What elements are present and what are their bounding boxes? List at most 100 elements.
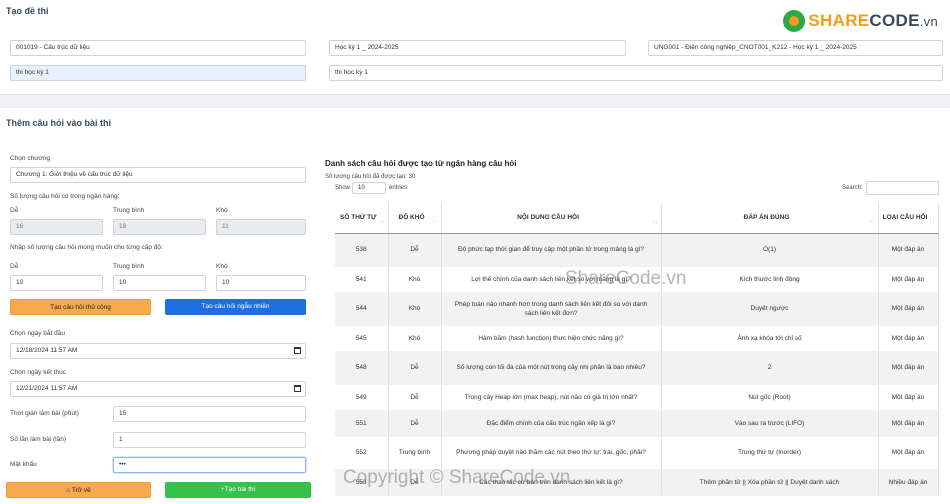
table-cell: Nhiều đáp án xyxy=(878,469,939,496)
table-cell: 552 xyxy=(335,436,389,470)
end-date-label: Chọn ngày kết thúc xyxy=(10,369,67,376)
table-cell: 545 xyxy=(335,325,389,352)
table-cell: Độ phức tạp thời gian để truy cập một ph… xyxy=(441,233,662,267)
table-cell: Trung thứ tự (Inorder) xyxy=(661,436,879,470)
sort-icon[interactable]: ↑↓ xyxy=(870,219,875,225)
entries-select[interactable]: 10 xyxy=(352,182,386,194)
table-cell: 541 xyxy=(335,266,389,293)
table-cell: Một đáp án xyxy=(878,351,939,385)
table-cell: 549 xyxy=(335,384,389,411)
table-cell: 551 xyxy=(335,410,389,437)
column-header[interactable]: LOẠI CÂU HỎI ↑↓ xyxy=(878,203,939,234)
table-cell: Hàm băm (hash function) thực hiện chức n… xyxy=(441,325,662,352)
table-cell: Vào sau ra trước (LIFO) xyxy=(661,410,879,437)
calendar-icon[interactable] xyxy=(294,385,301,392)
show-label: Show xyxy=(335,185,351,191)
table-cell: Ánh xạ khóa tới chỉ số xyxy=(661,325,879,352)
table-cell: Kích thước linh động xyxy=(661,266,879,293)
table-cell: Một đáp án xyxy=(878,266,939,293)
question-count-text: Số lượng câu hỏi đã được tạo: 30 xyxy=(325,174,416,180)
table-row[interactable]: 548 Dễ Số lượng con tối đa của một nút tro… xyxy=(335,351,939,385)
manual-questions-button[interactable]: Tạo câu hỏi thủ công xyxy=(10,299,151,315)
table-cell: Trong cây Heap lớn (max heap), nút nào c… xyxy=(441,384,662,411)
table-cell: 544 xyxy=(335,292,389,326)
exam-name-left-field[interactable]: thi học kỳ 1 xyxy=(10,65,306,81)
table-cell: Duyệt ngược xyxy=(661,292,879,326)
back-button[interactable]: ⌂ Trở về xyxy=(6,482,151,498)
column-header[interactable]: ĐỘ KHÓ ↑↓ xyxy=(388,203,442,234)
watermark-bottom: Copyright © ShareCode.vn xyxy=(343,467,571,488)
table-row[interactable]: 544 Khó Phép toán nào nhanh hơn trong danh… xyxy=(335,292,939,326)
list-title: Danh sách câu hỏi được tạo từ ngân hàng … xyxy=(325,159,517,168)
table-cell: Đặc điểm chính của cấu trúc ngăn xếp là … xyxy=(441,410,662,437)
want-hard-input[interactable]: 10 xyxy=(216,275,306,291)
table-cell: Số lượng con tối đa của một nút trong câ… xyxy=(441,351,662,385)
table-row[interactable]: 552 Trung bình Phương pháp duyệt nào thăm … xyxy=(335,436,939,470)
bank-count-label: Số lượng câu hỏi có trong ngân hàng: xyxy=(10,193,120,200)
table-cell: O(1) xyxy=(661,233,879,267)
bank-easy-field: 16 xyxy=(10,219,103,235)
table-cell: Dễ xyxy=(388,233,442,267)
sort-icon[interactable]: ↑↓ xyxy=(433,219,438,225)
table-row[interactable]: 545 Khó Hàm băm (hash function) thực hiện … xyxy=(335,325,939,352)
create-exam-button[interactable]: +Tạo bài thi xyxy=(165,482,311,498)
table-cell: 2 xyxy=(661,351,879,385)
random-questions-button[interactable]: Tạo câu hỏi ngẫu nhiên xyxy=(165,299,306,315)
chapter-label: Chọn chương xyxy=(10,155,51,162)
table-cell: Phép toán nào nhanh hơn trong danh sách … xyxy=(441,292,662,326)
watermark-center: ShareCode.vn xyxy=(565,268,687,289)
table-cell: 538 xyxy=(335,233,389,267)
chapter-select[interactable]: Chương 1: Giới thiệu về cấu trúc dữ liệu xyxy=(10,167,306,183)
table-cell: Khó xyxy=(388,325,442,352)
want-hard-label: Khó xyxy=(216,263,228,270)
bank-easy-label: Dễ xyxy=(10,207,19,214)
table-cell: Một đáp án xyxy=(878,233,939,267)
table-row[interactable]: 551 Dễ Đặc điểm chính của cấu trúc ngăn xế… xyxy=(335,410,939,437)
bank-hard-label: Khó xyxy=(216,207,228,214)
attempts-label: Số lần làm bài (lần) xyxy=(10,436,66,443)
start-date-input[interactable]: 12/18/2024 11:57 AM xyxy=(10,343,306,359)
column-header[interactable]: SỐ THỨ TỰ ↑↓ xyxy=(335,203,389,234)
start-date-label: Chọn ngày bắt đầu xyxy=(10,330,65,337)
table-cell: Nút gốc (Root) xyxy=(661,384,879,411)
want-count-label: Nhập số lượng câu hỏi mong muốn cho từng… xyxy=(10,244,163,251)
section-title: Thêm câu hỏi vào bài thi xyxy=(6,118,112,128)
sharecode-logo: SHARECODE.vn xyxy=(783,10,938,32)
search-input[interactable] xyxy=(866,181,939,195)
password-input[interactable]: ••• xyxy=(113,457,306,473)
sort-icon[interactable]: ↑↓ xyxy=(380,219,385,225)
want-medium-label: Trung bình xyxy=(113,263,145,270)
password-label: Mật khẩu xyxy=(10,461,37,468)
table-cell: Một đáp án xyxy=(878,325,939,352)
exam-name-right-field[interactable]: thi học kỳ 1 xyxy=(329,65,943,81)
semester-field[interactable]: Học kỳ 1 _ 2024-2025 xyxy=(329,40,626,56)
end-date-input[interactable]: 12/21/2024 11:57 AM xyxy=(10,381,306,397)
sort-icon[interactable]: ↑↓ xyxy=(653,219,658,225)
table-row[interactable]: 538 Dễ Độ phức tạp thời gian để truy cập m… xyxy=(335,233,939,267)
class-field[interactable]: UNG001 - Điện công nghiệp_CNOT001_K212 -… xyxy=(648,40,943,56)
table-cell: Dễ xyxy=(388,351,442,385)
table-cell: Phương pháp duyệt nào thăm các nút theo … xyxy=(441,436,662,470)
column-header[interactable]: ĐÁP ÁN ĐÚNG ↑↓ xyxy=(661,203,879,234)
attempts-input[interactable]: 1 xyxy=(113,432,306,448)
calendar-icon[interactable] xyxy=(294,347,301,354)
duration-input[interactable]: 15 xyxy=(113,406,306,422)
table-row[interactable]: 549 Dễ Trong cây Heap lớn (max heap), nút … xyxy=(335,384,939,411)
sort-icon[interactable]: ↑↓ xyxy=(930,219,935,225)
exam-info-card: Tạo đề thi SHARECODE.vn 001019 - Cấu trú… xyxy=(0,0,950,95)
table-cell: Một đáp án xyxy=(878,384,939,411)
search-label: Search: xyxy=(842,185,863,191)
column-header[interactable]: NỘI DUNG CÂU HỎI ↑↓ xyxy=(441,203,662,234)
logo-mark-icon xyxy=(783,10,806,32)
questions-table: SỐ THỨ TỰ ↑↓ ĐỘ KHÓ ↑↓ NỘI DUNG CÂU HỎI ↑↓ … xyxy=(335,203,939,496)
subject-field[interactable]: 001019 - Cấu trúc dữ liệu xyxy=(10,40,306,56)
page-title: Tạo đề thi xyxy=(6,6,49,16)
table-cell: Trung bình xyxy=(388,436,442,470)
bank-medium-label: Trung bình xyxy=(113,207,145,214)
want-easy-input[interactable]: 10 xyxy=(10,275,103,291)
want-medium-input[interactable]: 10 xyxy=(113,275,206,291)
table-cell: Thêm phần tử || Xóa phần tử || Duyệt dan… xyxy=(661,469,879,496)
table-cell: Khó xyxy=(388,292,442,326)
duration-label: Thời gian làm bài (phút) xyxy=(10,410,79,417)
entries-label: entries xyxy=(389,185,408,191)
